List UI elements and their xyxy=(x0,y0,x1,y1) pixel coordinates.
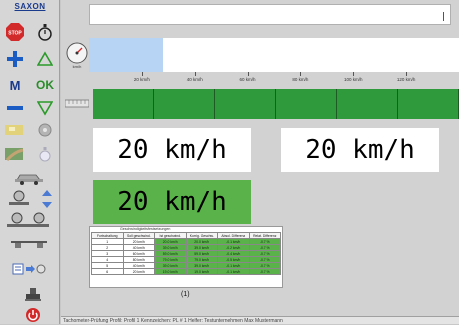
speed-display-secondary: 20 km/h xyxy=(281,128,439,172)
status-segments xyxy=(93,89,459,119)
axis-tick xyxy=(194,72,196,76)
arrow-updown-icon xyxy=(42,190,52,208)
text-caret xyxy=(443,12,444,21)
power-button[interactable] xyxy=(22,305,44,325)
triangle-up-button[interactable] xyxy=(34,49,56,69)
stopwatch-faded-icon xyxy=(39,147,51,162)
card-reader-button[interactable] xyxy=(4,120,26,140)
speed-axis: 20 km/h 40 km/h 60 km/h 80 km/h 100 km/h 120 … xyxy=(89,72,459,86)
table-cell: 19.0 km/h xyxy=(154,268,187,275)
results-table: Fortschaltung Soll geschwind. Ist geschwin… xyxy=(91,232,281,275)
axle-icon xyxy=(11,241,47,248)
axis-tick-label: 40 km/h xyxy=(186,77,203,82)
speed-progress-fill xyxy=(89,38,163,72)
axis-tick xyxy=(406,72,408,76)
table-cell: 6 xyxy=(91,268,124,275)
app-logo: SAXON xyxy=(14,2,46,11)
results-table-panel: Geschwindigkeitsfestsetzungen Fortschalt… xyxy=(89,226,283,288)
status-segment xyxy=(276,89,337,119)
dial-button[interactable] xyxy=(34,120,56,140)
status-segment xyxy=(398,89,459,119)
axis-tick xyxy=(247,72,249,76)
axis-tick-label: 80 km/h xyxy=(292,77,309,82)
status-bar: Tachometer-Prüfung Profil: Profil 1 Kenn… xyxy=(61,316,459,324)
triangle-down-button[interactable] xyxy=(34,98,56,118)
arrows-updown-button[interactable] xyxy=(36,189,58,209)
manual-button[interactable]: M xyxy=(4,75,26,95)
table-cell: 20 km/h xyxy=(122,268,155,275)
status-segment xyxy=(93,89,154,119)
table-cell: 19.0 km/h xyxy=(185,268,218,275)
axis-tick xyxy=(141,72,143,76)
double-roller-button[interactable] xyxy=(4,211,52,231)
timer-secondary-button[interactable] xyxy=(34,144,56,164)
table-caption: (1) xyxy=(181,291,190,298)
ok-label: OK xyxy=(36,78,54,92)
speedometer-button[interactable]: km/h xyxy=(65,40,89,70)
speed-display-highlight: 20 km/h xyxy=(93,180,251,224)
stopwatch-icon xyxy=(38,24,52,41)
axis-tick-label: 120 km/h xyxy=(396,77,416,82)
roller-icon xyxy=(9,190,29,205)
subtract-button[interactable] xyxy=(4,98,26,118)
axis-tick-label: 20 km/h xyxy=(133,77,150,82)
triangle-down-icon xyxy=(37,101,53,116)
axis-tick xyxy=(300,72,302,76)
export-icon xyxy=(12,263,46,275)
status-segment xyxy=(215,89,276,119)
triangle-up-icon xyxy=(37,51,53,66)
message-field[interactable] xyxy=(89,4,451,25)
axis-tick-label: 100 km/h xyxy=(344,77,363,82)
stop-icon: STOP xyxy=(6,23,24,41)
minus-icon xyxy=(7,106,23,110)
road-icon xyxy=(5,148,24,162)
car-icon xyxy=(15,174,43,185)
ruler-button[interactable] xyxy=(64,96,90,108)
table-row: 6 20 km/h 19.0 km/h 19.0 km/h -0.1 km/h -0.7 … xyxy=(91,268,281,275)
stop-button[interactable]: STOP xyxy=(4,22,26,42)
table-body: 1 20 km/h 20.0 km/h 20.0 km/h -0.1 km/h -0.7 … xyxy=(91,238,281,275)
axle-button[interactable] xyxy=(10,235,48,255)
axis-tick-label: 60 km/h xyxy=(239,77,256,82)
ruler-icon xyxy=(64,99,90,108)
stamp-icon xyxy=(25,288,41,301)
speedometer-icon: km/h xyxy=(66,42,88,69)
main-panel: km/h 20 km/h 40 km/h 60 km/h 80 km/h 100 km/… xyxy=(61,0,459,316)
speed-progress-bar xyxy=(89,38,459,72)
ok-button[interactable]: OK xyxy=(34,75,56,95)
vehicle-button[interactable] xyxy=(12,168,46,188)
status-segment xyxy=(154,89,215,119)
axis-tick xyxy=(353,72,355,76)
stamp-button[interactable] xyxy=(22,285,44,305)
dial-icon xyxy=(38,123,52,137)
m-label: M xyxy=(9,77,21,93)
route-button[interactable] xyxy=(4,144,26,164)
status-segment xyxy=(337,89,398,119)
timer-button[interactable] xyxy=(34,22,56,42)
double-roller-icon xyxy=(7,212,49,227)
card-icon xyxy=(5,125,23,135)
power-icon xyxy=(26,308,40,322)
table-cell: -0.7 % xyxy=(248,268,281,275)
add-button[interactable] xyxy=(4,49,26,69)
svg-text:km/h: km/h xyxy=(73,64,82,69)
table-cell: -0.1 km/h xyxy=(217,268,250,275)
export-button[interactable] xyxy=(10,259,48,279)
plus-icon xyxy=(7,51,23,67)
svg-text:STOP: STOP xyxy=(8,31,22,37)
speed-display-primary: 20 km/h xyxy=(93,128,251,172)
roller-up-button[interactable] xyxy=(6,189,32,209)
toolbar-sidebar: SAXON STOP M OK xyxy=(0,0,60,324)
